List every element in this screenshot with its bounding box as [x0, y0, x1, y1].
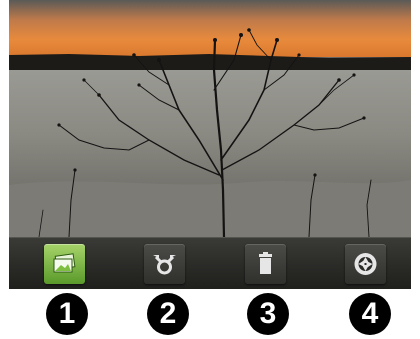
photo-viewer-screen [9, 0, 411, 289]
photo-image [9, 0, 411, 237]
callout-3: 3 [247, 293, 289, 335]
callout-2: 2 [147, 293, 189, 335]
gallery-button[interactable] [44, 244, 85, 284]
trash-icon [259, 252, 272, 274]
bottom-toolbar [9, 237, 411, 289]
delete-button[interactable] [245, 244, 286, 284]
share-icon [153, 255, 176, 275]
callout-4: 4 [349, 293, 391, 335]
camera-icon [354, 253, 377, 275]
callout-1: 1 [46, 293, 88, 335]
share-button[interactable] [144, 244, 185, 284]
camera-button[interactable] [345, 244, 386, 284]
gallery-icon [53, 253, 76, 273]
